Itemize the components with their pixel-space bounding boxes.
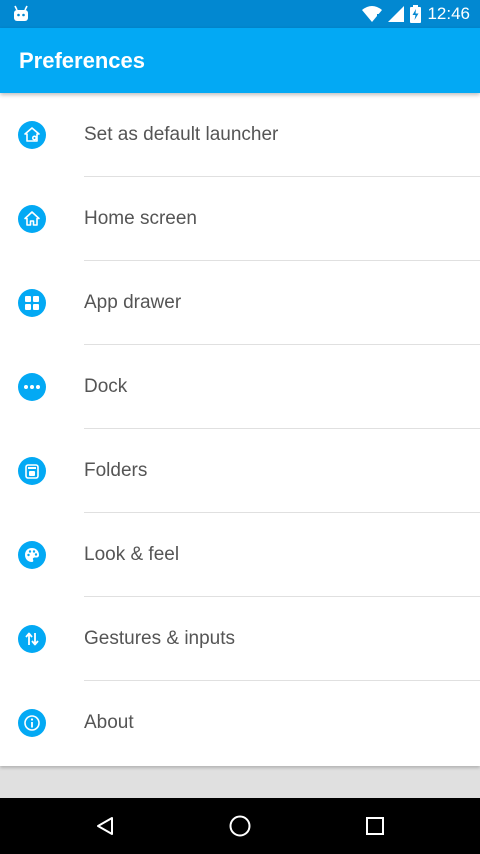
more-dots-icon bbox=[18, 373, 46, 401]
pref-item-dock[interactable]: Dock bbox=[0, 345, 480, 429]
home-icon bbox=[18, 205, 46, 233]
pref-item-folders[interactable]: Folders bbox=[0, 429, 480, 513]
recents-icon[interactable] bbox=[361, 812, 389, 840]
pref-item-label: Gestures & inputs bbox=[84, 628, 236, 649]
pref-item-label: Set as default launcher bbox=[84, 124, 279, 145]
signal-icon bbox=[388, 6, 405, 22]
preferences-list: Set as default launcher Home screen App … bbox=[0, 93, 480, 766]
pref-item-gestures[interactable]: Gestures & inputs bbox=[0, 597, 480, 681]
navigation-bar bbox=[0, 798, 480, 854]
home-settings-icon bbox=[18, 121, 46, 149]
pref-item-home-screen[interactable]: Home screen bbox=[0, 177, 480, 261]
swap-vertical-icon bbox=[18, 625, 46, 653]
palette-icon bbox=[18, 541, 46, 569]
status-bar: 12:46 bbox=[0, 0, 480, 28]
android-icon bbox=[14, 5, 28, 21]
wifi-icon bbox=[362, 6, 383, 22]
pref-item-look-and-feel[interactable]: Look & feel bbox=[0, 513, 480, 597]
pref-item-label: App drawer bbox=[84, 292, 182, 313]
home-circle-icon[interactable] bbox=[226, 812, 254, 840]
page-title: Preferences bbox=[19, 48, 145, 73]
pref-item-about[interactable]: About bbox=[0, 681, 480, 765]
back-icon[interactable] bbox=[91, 812, 119, 840]
pref-item-app-drawer[interactable]: App drawer bbox=[0, 261, 480, 345]
info-icon bbox=[18, 709, 46, 737]
pref-item-default-launcher[interactable]: Set as default launcher bbox=[0, 93, 480, 177]
pref-item-label: Look & feel bbox=[84, 544, 180, 565]
pref-item-label: Folders bbox=[84, 460, 148, 481]
pref-item-label: Dock bbox=[84, 376, 128, 397]
battery-charging-icon bbox=[410, 5, 422, 23]
status-time: 12:46 bbox=[427, 4, 470, 23]
app-bar: Preferences bbox=[0, 28, 480, 93]
apps-grid-icon bbox=[18, 289, 46, 317]
folder-icon bbox=[18, 457, 46, 485]
pref-item-label: Home screen bbox=[84, 208, 197, 229]
pref-item-label: About bbox=[84, 712, 134, 733]
